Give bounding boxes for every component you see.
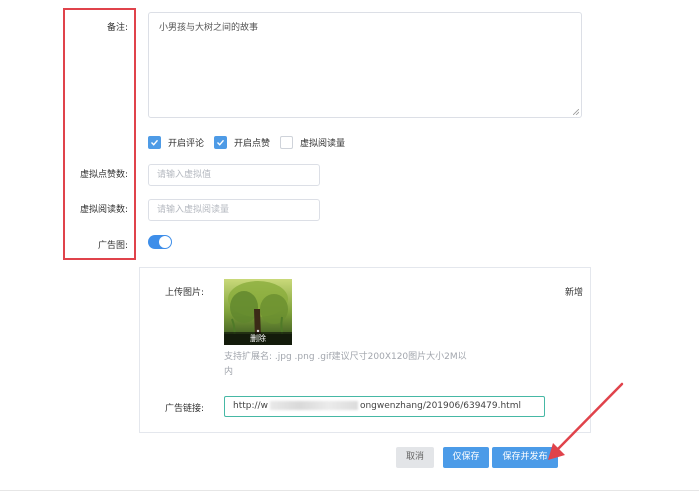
like-checkbox-label: 开启点赞	[234, 138, 271, 149]
virtual-reads-label: 虚拟阅读数:	[79, 205, 128, 215]
virtual-reads-input[interactable]: 请输入虚拟阅读量	[148, 199, 320, 221]
cancel-button[interactable]: 取消	[396, 447, 434, 468]
check-icon	[151, 139, 159, 146]
add-button[interactable]: 新增	[565, 285, 583, 298]
uploaded-image-thumb[interactable]: 删除	[224, 279, 292, 345]
highlight-box	[63, 8, 136, 260]
save-only-button[interactable]: 仅保存	[443, 447, 489, 468]
toggle-knob	[159, 236, 171, 248]
virtual-read-checkbox-label: 虚拟阅读量	[300, 138, 346, 149]
ad-panel: 上传图片: 新增 删除 支持扩展名: .jpg .png .gif建议尺寸200…	[139, 267, 591, 433]
like-checkbox[interactable]	[214, 135, 228, 149]
virtual-read-checkbox[interactable]	[280, 135, 294, 149]
check-icon	[217, 139, 225, 146]
resize-handle-icon[interactable]	[573, 109, 579, 115]
ad-link-label: 广告链接:	[165, 404, 205, 414]
virtual-likes-input[interactable]: 请输入虚拟值	[148, 164, 320, 186]
remark-label: 备注:	[106, 23, 128, 33]
virtual-likes-label: 虚拟点赞数:	[79, 170, 128, 180]
ad-image-toggle[interactable]	[148, 235, 172, 249]
link-prefix: http://w	[233, 401, 268, 411]
comment-checkbox[interactable]	[148, 135, 161, 149]
remark-text: 小男孩与大树之间的故事	[159, 23, 259, 33]
upload-hint: 支持扩展名: .jpg .png .gif建议尺寸200X120图片大小2M以内	[224, 352, 467, 377]
link-suffix: ongwenzhang/201906/639479.html	[359, 401, 521, 411]
remark-textarea[interactable]: 小男孩与大树之间的故事	[148, 12, 582, 118]
ad-image-label: 广告图:	[97, 241, 128, 251]
article-settings-form: 备注: 小男孩与大树之间的故事 开启评论 开启点赞 虚拟阅读量 虚拟点赞数: 请…	[0, 0, 699, 491]
comment-checkbox-label: 开启评论	[168, 138, 205, 149]
delete-image-button[interactable]: 删除	[224, 332, 292, 345]
upload-label: 上传图片:	[165, 288, 205, 298]
ad-link-input[interactable]: http://w ongwenzhang/201906/639479.html	[224, 396, 545, 417]
save-and-publish-button[interactable]: 保存并发布	[492, 447, 558, 468]
redacted-text	[269, 401, 358, 410]
option-checkboxes: 开启评论 开启点赞 虚拟阅读量	[148, 134, 355, 150]
